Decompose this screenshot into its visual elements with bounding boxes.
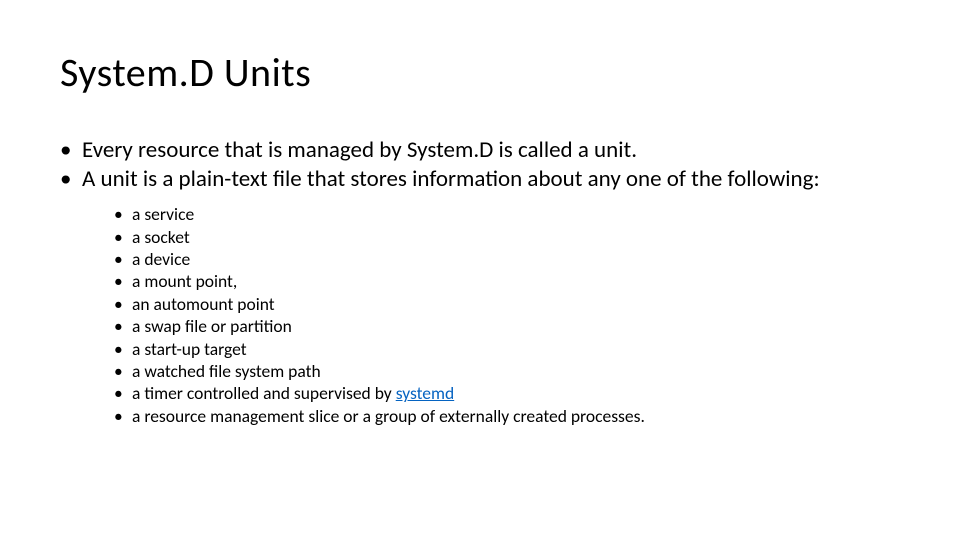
bullet-dot-icon: • bbox=[60, 166, 82, 193]
sub-bullet-text: a socket bbox=[132, 226, 900, 248]
sub-bullet-item: • a mount point, bbox=[114, 270, 900, 292]
sub-bullet-text: a watched file system path bbox=[132, 360, 900, 382]
bullet-dot-icon: • bbox=[114, 315, 132, 337]
sub-bullet-text: a resource management slice or a group o… bbox=[132, 405, 900, 427]
sub-bullet-item: • a timer controlled and supervised by s… bbox=[114, 382, 900, 404]
bullet-text: A unit is a plain-text file that stores … bbox=[82, 166, 900, 193]
sub-bullet-item: • a swap file or partition bbox=[114, 315, 900, 337]
sub-bullet-text: an automount point bbox=[132, 293, 900, 315]
bullet-dot-icon: • bbox=[114, 338, 132, 360]
bullet-dot-icon: • bbox=[114, 226, 132, 248]
sub-bullet-text: a swap file or partition bbox=[132, 315, 900, 337]
bullet-dot-icon: • bbox=[114, 270, 132, 292]
sub-bullet-item: • a device bbox=[114, 248, 900, 270]
sub-bullet-item: • an automount point bbox=[114, 293, 900, 315]
sub-bullet-text: a service bbox=[132, 203, 900, 225]
sub-bullet-text: a start-up target bbox=[132, 338, 900, 360]
bullet-dot-icon: • bbox=[114, 203, 132, 225]
sub-bullet-item: • a start-up target bbox=[114, 338, 900, 360]
sub-bullet-item: • a watched file system path bbox=[114, 360, 900, 382]
bullet-item: • Every resource that is managed by Syst… bbox=[60, 137, 900, 164]
bullet-dot-icon: • bbox=[114, 248, 132, 270]
sub-bullet-text-prefix: a timer controlled and supervised by bbox=[132, 382, 396, 404]
bullet-dot-icon: • bbox=[114, 293, 132, 315]
bullet-text: Every resource that is managed by System… bbox=[82, 137, 900, 164]
sub-bullet-item: • a resource management slice or a group… bbox=[114, 405, 900, 427]
sub-bullet-text: a mount point, bbox=[132, 270, 900, 292]
slide-title: System.D Units bbox=[60, 48, 900, 97]
systemd-link[interactable]: systemd bbox=[396, 382, 455, 404]
sub-bullet-text: a device bbox=[132, 248, 900, 270]
sub-bullet-item: • a service bbox=[114, 203, 900, 225]
bullet-dot-icon: • bbox=[114, 360, 132, 382]
slide: System.D Units • Every resource that is … bbox=[0, 0, 960, 540]
sub-bullet-list: • a service • a socket • a device • a mo… bbox=[114, 203, 900, 427]
bullet-dot-icon: • bbox=[60, 137, 82, 164]
sub-bullet-item: • a socket bbox=[114, 226, 900, 248]
sub-bullet-text: a timer controlled and supervised by sys… bbox=[132, 382, 900, 404]
bullet-dot-icon: • bbox=[114, 405, 132, 427]
bullet-item: • A unit is a plain-text file that store… bbox=[60, 166, 900, 193]
bullet-dot-icon: • bbox=[114, 382, 132, 404]
